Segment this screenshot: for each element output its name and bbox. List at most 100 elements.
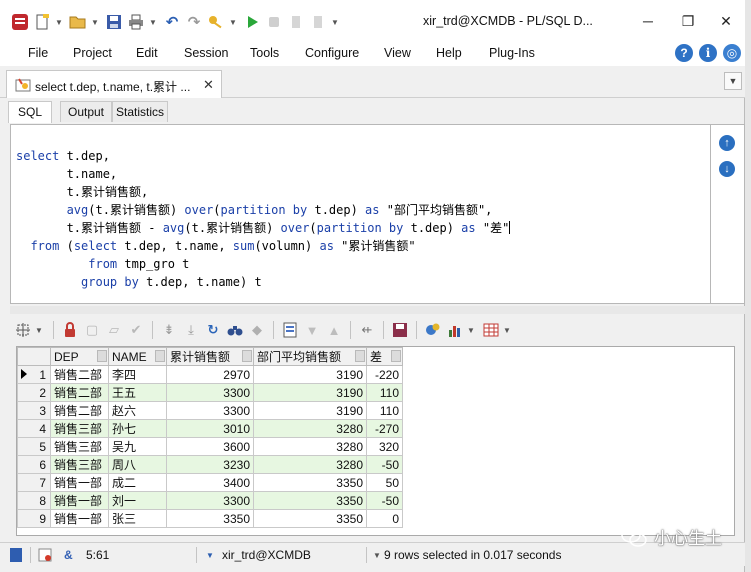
table-cell[interactable]: 110	[366, 383, 403, 402]
table-row[interactable]: 9 销售一部 张三 3350 3350 0	[17, 509, 403, 528]
table-cell[interactable]: 50	[366, 473, 403, 492]
menu-configure[interactable]: Configure	[305, 46, 359, 60]
table-cell[interactable]: 周八	[108, 455, 167, 474]
menu-plugins[interactable]: Plug-Ins	[489, 46, 535, 60]
table-row[interactable]: 4 销售三部 孙七 3010 3280 -270	[17, 419, 403, 438]
globe-icon[interactable]: ◎	[723, 44, 741, 62]
table-cell[interactable]: 销售一部	[50, 509, 109, 528]
select-columns-icon[interactable]	[12, 319, 34, 341]
menu-file[interactable]: File	[28, 46, 48, 60]
tab-list-dropdown-icon[interactable]: ▼	[724, 72, 742, 90]
menu-edit[interactable]: Edit	[136, 46, 158, 60]
table-cell[interactable]: 孙七	[108, 419, 167, 438]
commit-icon[interactable]	[286, 12, 306, 32]
single-record-view-icon[interactable]	[279, 319, 301, 341]
table-cell[interactable]: 王五	[108, 383, 167, 402]
fetch-next-icon[interactable]: ⇟	[158, 319, 180, 341]
redo-icon[interactable]: ↷	[184, 12, 204, 32]
table-cell[interactable]: -50	[366, 491, 403, 510]
column-header-diff[interactable]: 差	[366, 347, 403, 366]
close-tab-icon[interactable]: ✕	[203, 77, 214, 93]
lock-icon[interactable]	[59, 319, 81, 341]
table-cell[interactable]: 3010	[166, 419, 254, 438]
table-cell[interactable]: 3300	[166, 401, 254, 420]
message-dropdown-icon[interactable]: ▼	[373, 551, 381, 560]
sort-icon[interactable]: ▲	[323, 319, 345, 341]
table-cell[interactable]: 销售一部	[50, 473, 109, 492]
sql-editor[interactable]: select t.dep, t.name, t.累计销售额, avg(t.累计销…	[10, 124, 711, 304]
print-dropdown-icon[interactable]: ▼	[148, 12, 158, 32]
table-cell[interactable]: 3230	[166, 455, 254, 474]
grid-layout-dropdown-icon[interactable]: ▼	[502, 320, 512, 340]
key-icon[interactable]	[206, 12, 226, 32]
table-cell[interactable]: 赵六	[108, 401, 167, 420]
table-cell[interactable]: 销售三部	[50, 437, 109, 456]
query-by-example-icon[interactable]: ⇷	[356, 319, 378, 341]
table-cell[interactable]: 2970	[166, 365, 254, 384]
print-icon[interactable]	[126, 12, 146, 32]
table-cell[interactable]: 成二	[108, 473, 167, 492]
post-changes-icon[interactable]: ✔	[125, 319, 147, 341]
table-cell[interactable]: 3350	[253, 491, 367, 510]
export-chart-icon[interactable]	[444, 319, 466, 341]
table-cell[interactable]: 110	[366, 401, 403, 420]
save-results-icon[interactable]	[389, 319, 411, 341]
table-cell[interactable]: -50	[366, 455, 403, 474]
table-cell[interactable]: 3400	[166, 473, 254, 492]
clear-eraser-icon[interactable]: ◆	[246, 319, 268, 341]
document-tab[interactable]: select t.dep, t.name, t.累计 ... ✕	[6, 70, 222, 98]
filter-icon[interactable]: ▼	[301, 319, 323, 341]
menu-tools[interactable]: Tools	[250, 46, 279, 60]
previous-arrow-icon[interactable]: ↑	[719, 135, 735, 151]
table-cell[interactable]: 刘一	[108, 491, 167, 510]
table-cell[interactable]: 3350	[253, 473, 367, 492]
new-dropdown-icon[interactable]: ▼	[54, 12, 64, 32]
table-cell[interactable]: 320	[366, 437, 403, 456]
table-cell[interactable]: 3350	[253, 509, 367, 528]
table-cell[interactable]: 吴九	[108, 437, 167, 456]
undo-icon[interactable]: ↶	[162, 12, 182, 32]
table-row[interactable]: 6 销售三部 周八 3230 3280 -50	[17, 455, 403, 474]
table-cell[interactable]: 销售二部	[50, 365, 109, 384]
fetch-last-icon[interactable]: ⤓	[180, 319, 202, 341]
column-dropdown-icon[interactable]	[242, 350, 252, 362]
table-cell[interactable]: 3350	[166, 509, 254, 528]
table-cell[interactable]: 张三	[108, 509, 167, 528]
grid-layout-icon[interactable]	[480, 319, 502, 341]
table-cell[interactable]: 0	[366, 509, 403, 528]
next-arrow-icon[interactable]: ↓	[719, 161, 735, 177]
result-grid[interactable]: DEP NAME 累计销售额 部门平均销售额 差 1 销售二部 李四 2970 3190…	[16, 346, 735, 536]
column-header-dep[interactable]: DEP	[50, 347, 109, 366]
tab-sql[interactable]: SQL	[8, 101, 52, 123]
sql-code[interactable]: select t.dep, t.name, t.累计销售额, avg(t.累计销…	[16, 129, 511, 327]
connection-dropdown-icon[interactable]: ▼	[206, 551, 214, 560]
find-binoculars-icon[interactable]	[224, 319, 246, 341]
menu-view[interactable]: View	[384, 46, 411, 60]
table-cell[interactable]: 销售二部	[50, 401, 109, 420]
open-folder-icon[interactable]	[68, 12, 88, 32]
delete-record-icon[interactable]: ▱	[103, 319, 125, 341]
rollback-icon[interactable]	[308, 12, 328, 32]
table-cell[interactable]: 李四	[108, 365, 167, 384]
menu-project[interactable]: Project	[73, 46, 112, 60]
open-dropdown-icon[interactable]: ▼	[90, 12, 100, 32]
insert-record-icon[interactable]: ▢	[81, 319, 103, 341]
table-cell[interactable]: 3280	[253, 437, 367, 456]
refresh-icon[interactable]: ↻	[202, 319, 224, 341]
table-cell[interactable]: 3190	[253, 383, 367, 402]
break-icon[interactable]	[264, 12, 284, 32]
editor-result-splitter[interactable]	[10, 306, 745, 314]
column-dropdown-icon[interactable]	[355, 350, 365, 362]
execute-icon[interactable]	[242, 12, 262, 32]
table-row[interactable]: 1 销售二部 李四 2970 3190 -220	[17, 365, 403, 384]
table-cell[interactable]: 3190	[253, 365, 367, 384]
table-cell[interactable]: 销售二部	[50, 383, 109, 402]
column-header-dept-avg[interactable]: 部门平均销售额	[253, 347, 367, 366]
table-row[interactable]: 8 销售一部 刘一 3300 3350 -50	[17, 491, 403, 510]
table-cell[interactable]: 3280	[253, 455, 367, 474]
column-dropdown-icon[interactable]	[97, 350, 107, 362]
minimize-button[interactable]: ─	[633, 8, 663, 34]
connection-name[interactable]: xir_trd@XCMDB	[222, 548, 311, 562]
column-header-name[interactable]: NAME	[108, 347, 167, 366]
key-dropdown-icon[interactable]: ▼	[228, 12, 238, 32]
